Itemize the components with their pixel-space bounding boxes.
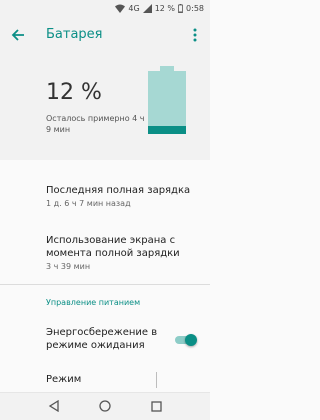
last-full-charge-summary: 1 д. 6 ч 7 мин назад — [46, 199, 131, 208]
toggle-thumb — [185, 334, 197, 346]
nav-recents-icon — [151, 397, 162, 416]
more-options-button[interactable] — [188, 26, 202, 46]
standby-saver-title: Энергосбережение в режиме ожидания — [46, 327, 158, 351]
app-bar: Батарея — [0, 16, 210, 56]
status-bar: 4G 12 % 0:58 — [0, 0, 210, 16]
signal-icon — [142, 3, 152, 13]
section-divider — [0, 284, 210, 285]
more-vert-icon — [193, 27, 197, 46]
nav-recents-button[interactable] — [146, 397, 166, 417]
wifi-icon — [115, 4, 126, 13]
battery-summary: 12 % Осталось примерно 4 ч 9 мин — [0, 56, 210, 160]
status-battery-percent: 12 % — [154, 3, 176, 13]
large-battery-icon — [148, 66, 186, 138]
battery-level-fill — [148, 126, 186, 134]
back-button[interactable] — [8, 26, 28, 46]
battery-percent: 12 % — [46, 80, 102, 105]
arrow-back-icon — [11, 27, 25, 46]
mode-separator — [156, 372, 157, 388]
last-full-charge-title: Последняя полная зарядка — [46, 185, 191, 196]
screen-usage-item[interactable]: Использование экрана с момента полной за… — [46, 234, 206, 272]
mode-item-title[interactable]: Режим — [46, 374, 81, 385]
last-full-charge-item[interactable]: Последняя полная зарядка 1 д. 6 ч 7 мин … — [46, 184, 206, 209]
screen-usage-title: Использование экрана с момента полной за… — [46, 235, 180, 259]
nav-home-button[interactable] — [95, 397, 115, 417]
standby-saver-item[interactable]: Энергосбережение в режиме ожидания — [46, 326, 166, 352]
power-management-header: Управление питанием — [46, 298, 141, 307]
screen-usage-summary: 3 ч 39 мин — [46, 262, 91, 271]
battery-remaining: Осталось примерно 4 ч 9 мин — [46, 114, 145, 134]
nav-back-icon — [48, 397, 60, 416]
nav-back-button[interactable] — [44, 397, 64, 417]
navigation-bar — [0, 392, 210, 420]
nav-home-icon — [99, 397, 111, 416]
network-type-label: 4G — [128, 3, 140, 13]
standby-saver-toggle[interactable] — [173, 333, 197, 347]
battery-icon — [178, 3, 183, 13]
page-title: Батарея — [46, 27, 103, 42]
status-time: 0:58 — [186, 3, 204, 13]
